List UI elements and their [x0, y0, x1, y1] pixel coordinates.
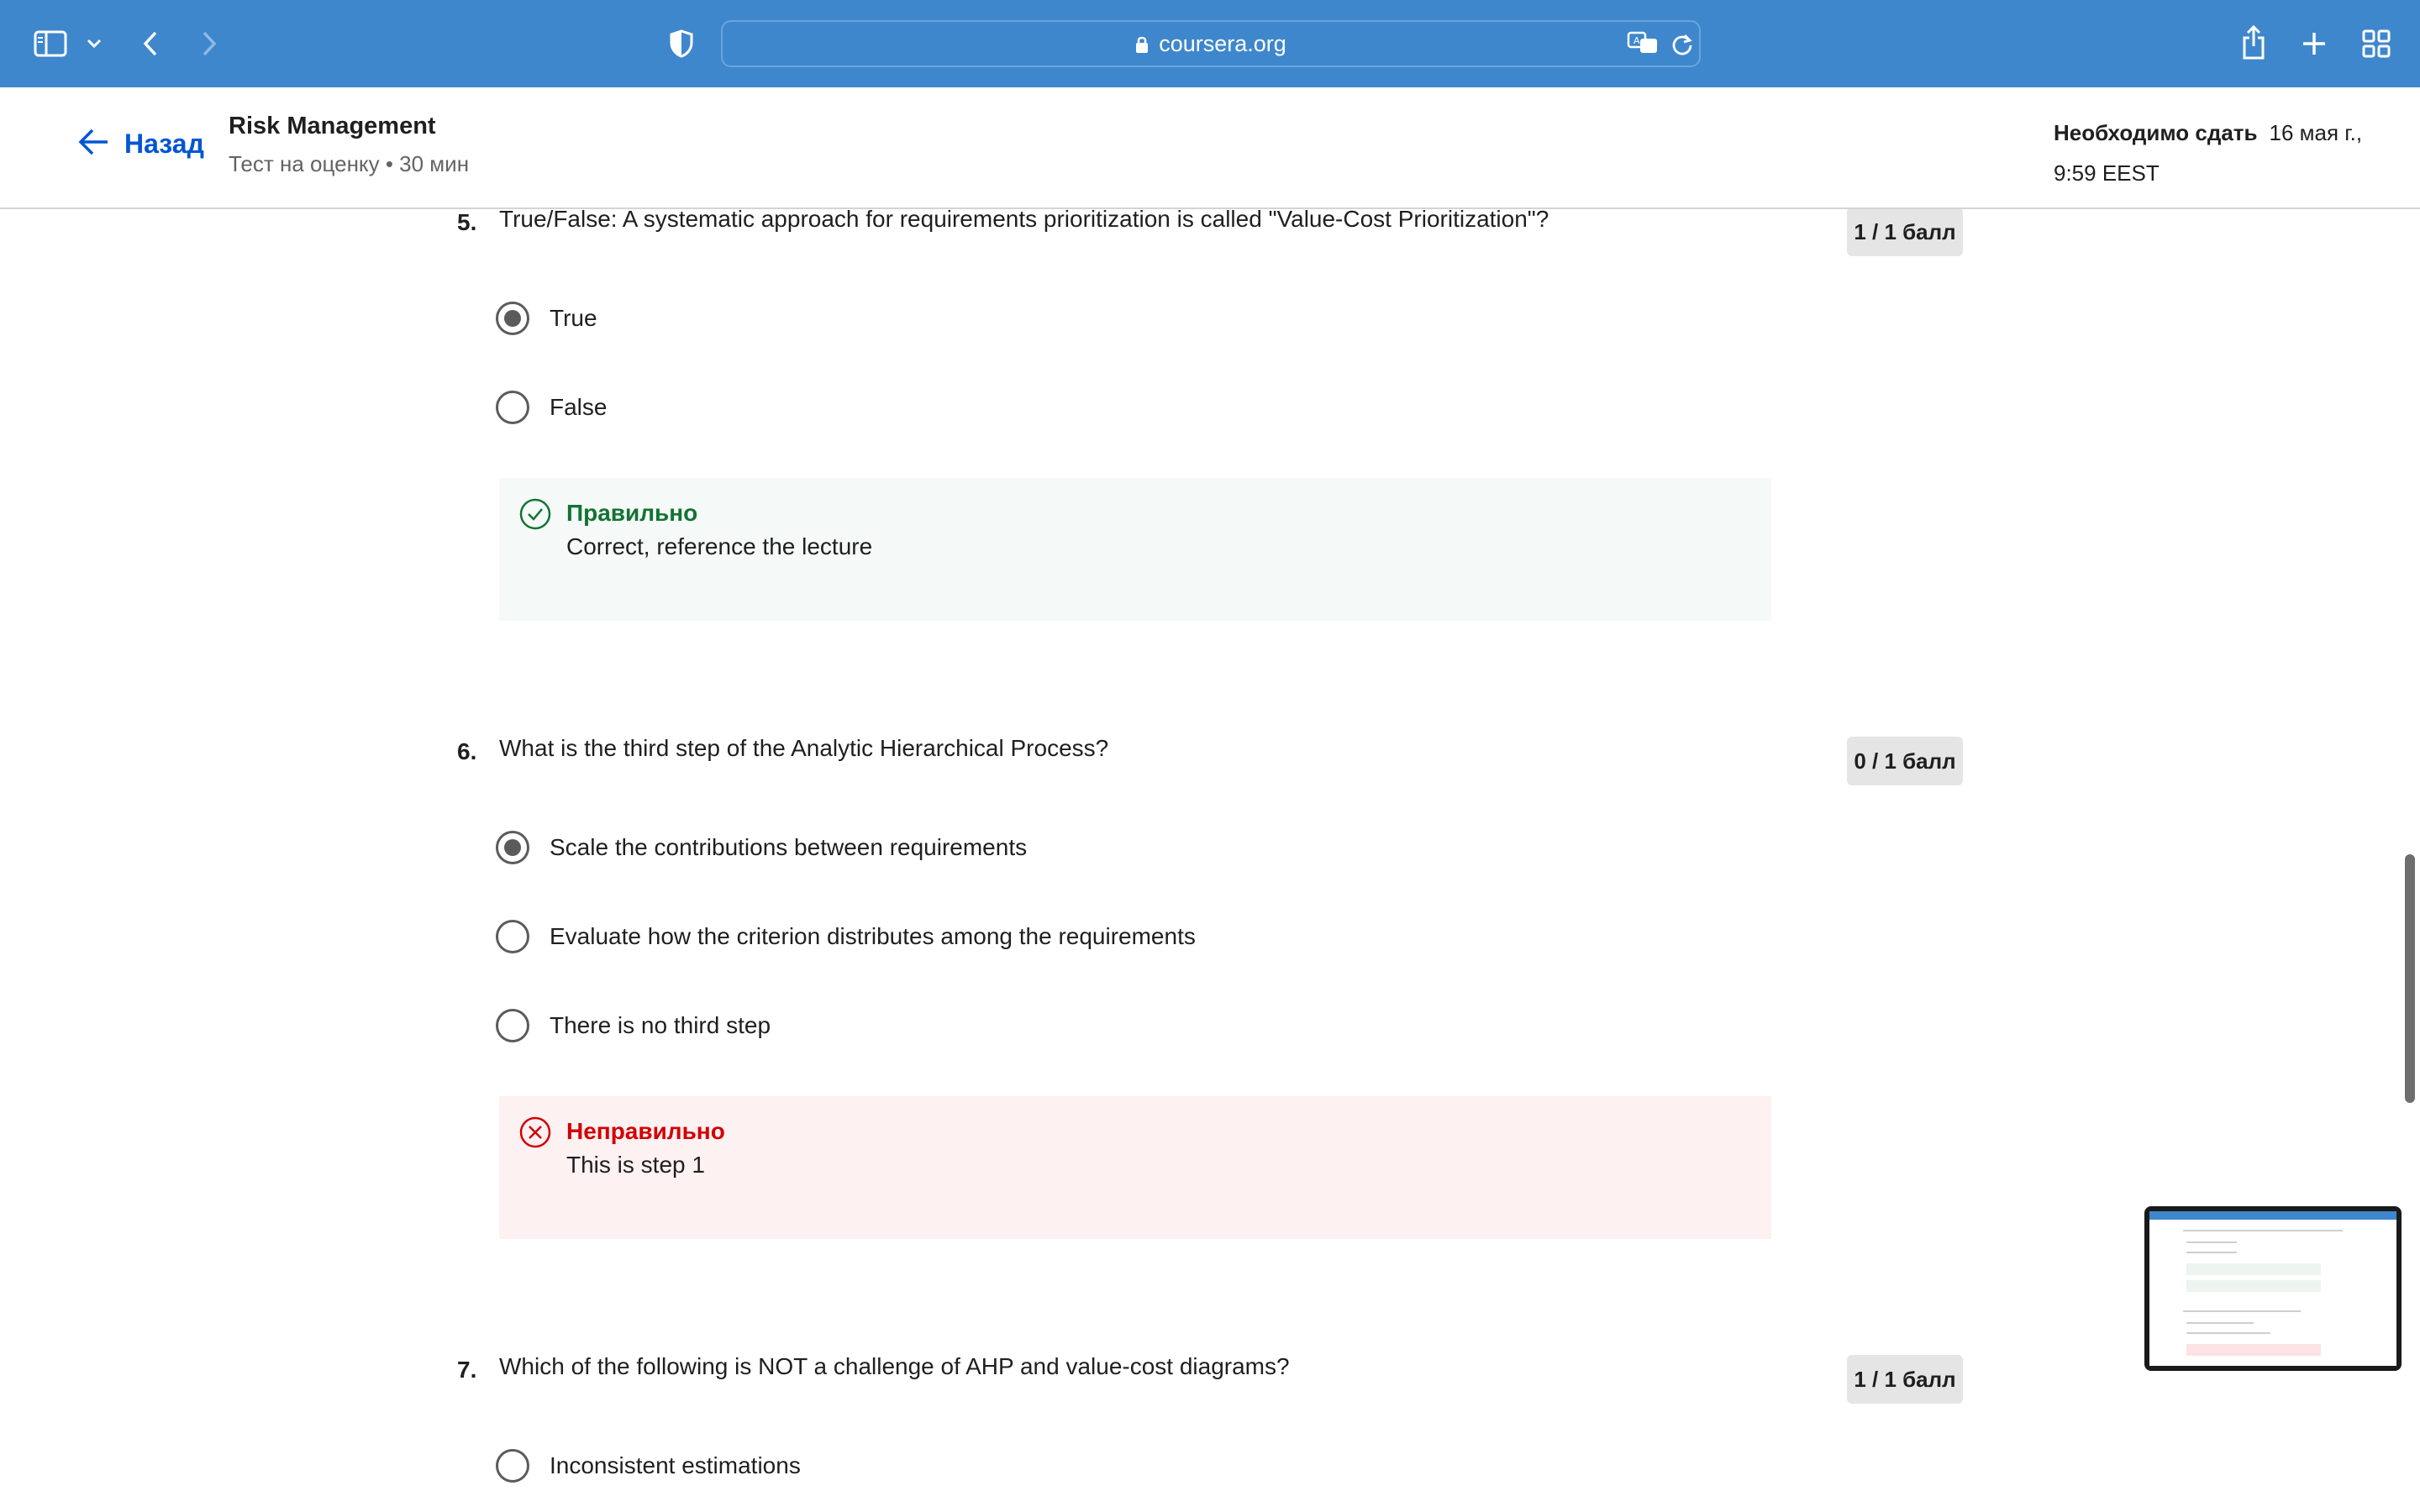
share-icon[interactable] [2238, 22, 2269, 62]
question-number: 7. [457, 1357, 477, 1383]
forward-arrow-icon[interactable] [197, 27, 222, 60]
question-text: True/False: A systematic approach for re… [499, 209, 1549, 232]
option-label: Scale the contributions between requirem… [550, 834, 1028, 860]
question-text: Which of the following is NOT a challeng… [499, 1353, 1290, 1379]
preview-line [2186, 1242, 2237, 1243]
back-arrow-icon[interactable] [138, 27, 163, 60]
feedback-text: Correct, reference the lecture [566, 533, 873, 559]
radio-button[interactable] [496, 391, 529, 424]
preview-line [2186, 1252, 2237, 1253]
quiz-header: Назад Risk Management Тест на оценку • 3… [0, 87, 2420, 209]
sidebar-toggle-icon[interactable] [32, 27, 69, 60]
address-bar[interactable]: coursera.org A [721, 20, 1701, 67]
translate-icon[interactable]: A [1627, 30, 1659, 60]
radio-button[interactable] [496, 831, 529, 864]
back-label: Назад [124, 129, 204, 159]
score-badge: 0 / 1 балл [1847, 737, 1963, 785]
page-scrollbar[interactable] [2405, 854, 2415, 1103]
page-preview-thumbnail[interactable] [2144, 1206, 2402, 1371]
option-label: Evaluate how the criterion distributes a… [550, 923, 1196, 949]
browser-toolbar: coursera.org A [0, 0, 2420, 87]
option-false[interactable]: False [496, 391, 607, 424]
check-circle-icon [519, 498, 551, 530]
option-evaluate-criterion[interactable]: Evaluate how the criterion distributes a… [496, 920, 1196, 953]
due-label: Необходимо сдать [2054, 120, 2258, 145]
preview-box [2186, 1263, 2321, 1275]
feedback-title: Неправильно [566, 1118, 725, 1144]
course-title: Risk Management [229, 113, 436, 139]
preview-box [2186, 1280, 2321, 1292]
question-number: 5. [457, 209, 477, 235]
option-label: False [550, 394, 608, 420]
radio-button[interactable] [496, 920, 529, 953]
preview-line [2183, 1310, 2301, 1312]
option-inconsistent-estimations[interactable]: Inconsistent estimations [496, 1449, 801, 1483]
option-label: There is no third step [550, 1012, 771, 1038]
svg-text:A: A [1634, 35, 1640, 46]
x-circle-icon [519, 1116, 551, 1148]
url-text: coursera.org [1159, 30, 1286, 56]
preview-content [2149, 1211, 2396, 1366]
option-label: True [550, 305, 597, 331]
reload-icon[interactable] [1670, 32, 1694, 60]
quiz-content: 5. True/False: A systematic approach for… [0, 209, 2420, 1512]
preview-toolbar [2149, 1211, 2396, 1220]
feedback-title: Правильно [566, 500, 698, 526]
quiz-subtitle: Тест на оценку • 30 мин [229, 151, 470, 176]
question-number: 6. [457, 738, 477, 764]
due-time: 9:59 EEST [2054, 160, 2160, 186]
question-text: What is the third step of the Analytic H… [499, 735, 1109, 761]
feedback-correct: Правильно Correct, reference the lecture [499, 478, 1771, 621]
radio-button[interactable] [496, 1449, 529, 1483]
score-badge: 1 / 1 балл [1847, 1355, 1963, 1404]
option-no-third-step[interactable]: There is no third step [496, 1009, 771, 1042]
shield-icon[interactable] [667, 27, 696, 60]
due-date: 16 мая г., [2269, 120, 2363, 145]
new-tab-icon[interactable] [2299, 27, 2329, 60]
preview-line [2186, 1322, 2254, 1324]
preview-box [2186, 1344, 2321, 1356]
preview-line [2186, 1332, 2270, 1334]
chevron-down-icon[interactable] [84, 34, 104, 54]
radio-button[interactable] [496, 1009, 529, 1042]
option-label: Inconsistent estimations [550, 1452, 801, 1478]
option-scale-contributions[interactable]: Scale the contributions between requirem… [496, 831, 1027, 864]
score-badge: 1 / 1 балл [1847, 209, 1963, 256]
feedback-text: This is step 1 [566, 1152, 705, 1178]
arrow-left-icon [77, 128, 109, 160]
lock-icon [1135, 35, 1149, 53]
due-date-info: Необходимо сдать 16 мая г., 9:59 EEST [2054, 113, 2407, 193]
tab-overview-icon[interactable] [2360, 27, 2393, 60]
back-button[interactable]: Назад [77, 128, 204, 160]
feedback-incorrect: Неправильно This is step 1 [499, 1096, 1771, 1239]
radio-button[interactable] [496, 302, 529, 335]
option-true[interactable]: True [496, 302, 597, 335]
preview-line [2183, 1230, 2343, 1231]
